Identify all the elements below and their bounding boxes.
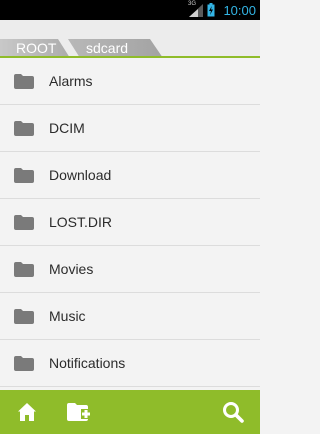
folder-icon [14,121,34,136]
signal-icon [189,4,203,17]
battery-icon [207,3,215,17]
folder-icon [14,74,34,89]
new-folder-icon [67,403,91,421]
folder-name: Download [49,167,112,183]
list-item[interactable]: Movies [0,246,260,293]
folder-name: Notifications [49,355,126,371]
status-bar: 3G 10:00 [0,0,260,20]
list-item[interactable]: Alarms [0,58,260,105]
folder-icon [14,356,34,371]
folder-icon [14,168,34,183]
list-item[interactable]: Download [0,152,260,199]
folder-icon [14,309,34,324]
folder-name: Alarms [49,73,93,89]
list-item[interactable]: Music [0,293,260,340]
list-item[interactable]: LOST.DIR [0,199,260,246]
folder-name: Movies [49,261,94,277]
search-button[interactable] [211,390,255,434]
folder-name: Music [49,308,86,324]
status-clock: 10:00 [223,3,256,18]
folder-name: LOST.DIR [49,214,113,230]
home-button[interactable] [5,390,49,434]
new-folder-button[interactable] [57,390,101,434]
home-icon [18,403,36,421]
folder-list[interactable]: Alarms DCIM Download LOST.DIR Movies Mus… [0,58,260,390]
folder-icon [14,215,34,230]
list-item[interactable]: Notifications [0,340,260,387]
breadcrumb: ROOT sdcard [0,20,260,58]
list-item[interactable]: DCIM [0,105,260,152]
folder-name: DCIM [49,120,85,136]
search-icon [223,402,244,423]
bottom-action-bar [0,390,260,434]
folder-icon [14,262,34,277]
